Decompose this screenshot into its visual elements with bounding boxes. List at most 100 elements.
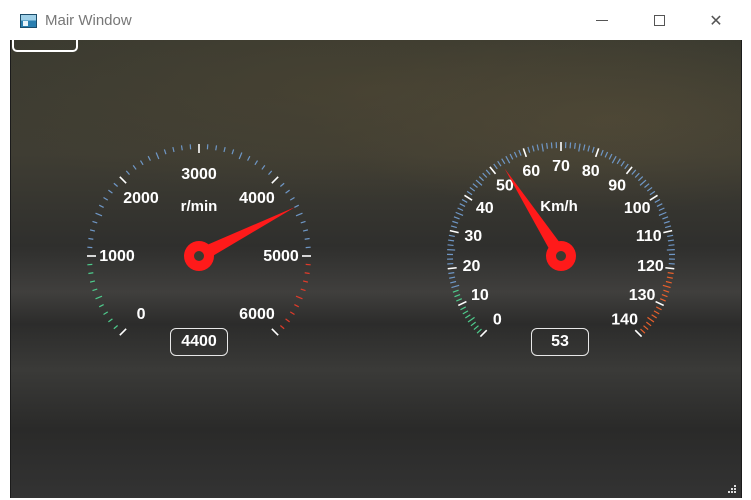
speed_gauge-tick xyxy=(666,276,673,279)
rpm_gauge-tick xyxy=(172,146,175,153)
rpm_gauge-tick xyxy=(92,220,98,224)
speed_gauge-tick xyxy=(527,146,531,153)
speed_gauge-tick-label: 70 xyxy=(552,158,570,175)
rpm_gauge-tick-label: 4000 xyxy=(239,190,275,207)
speed_gauge-tick xyxy=(624,163,629,170)
speed_gauge-tick xyxy=(665,266,675,270)
rpm_gauge-tick xyxy=(304,237,310,240)
rpm_gauge-tick xyxy=(95,212,103,217)
speed_gauge-tick xyxy=(578,143,581,152)
rpm_gauge-tick xyxy=(304,272,310,275)
title-bar[interactable]: Mair Window ✕ xyxy=(0,0,751,40)
rpm-readout: 4400 xyxy=(170,328,228,356)
rpm_gauge-tick xyxy=(285,189,290,194)
speed_gauge-tick xyxy=(470,321,476,327)
speed_gauge-tick xyxy=(644,183,650,188)
speed_gauge-tick xyxy=(455,211,464,216)
speed_gauge-tick xyxy=(608,153,613,160)
speed_gauge-tick xyxy=(604,151,609,158)
speed_gauge-tick xyxy=(448,234,455,238)
rpm_gauge-tick xyxy=(89,280,96,283)
rpm_gauge-tick xyxy=(125,170,130,176)
rpm_gauge-tick xyxy=(279,182,285,187)
rpm_gauge-tick xyxy=(108,318,113,323)
speed_gauge-tick xyxy=(485,169,491,175)
speed_gauge-tick xyxy=(449,229,459,234)
rpm_gauge-tick xyxy=(295,295,303,300)
speed_gauge-tick xyxy=(448,272,455,275)
speed_gauge-tick-label: 90 xyxy=(608,178,626,195)
corner-widget[interactable] xyxy=(12,24,78,52)
speed_gauge-tick xyxy=(478,176,484,182)
close-button[interactable]: ✕ xyxy=(693,0,739,40)
speed_gauge-tick-label: 100 xyxy=(624,200,651,217)
rpm_gauge-unit-label: r/min xyxy=(181,198,218,215)
speed_gauge-tick xyxy=(546,142,548,149)
minimize-icon xyxy=(596,19,608,21)
speed_gauge-tick xyxy=(662,284,671,289)
speed_gauge-hub-center xyxy=(556,251,566,261)
speed_gauge-tick xyxy=(489,166,497,175)
speed_gauge-tick xyxy=(518,149,522,156)
minimize-button[interactable] xyxy=(579,0,625,40)
rpm_gauge-tick xyxy=(119,176,127,184)
rpm_gauge-tick xyxy=(103,196,109,201)
speed_gauge-tick-label: 20 xyxy=(463,258,481,275)
speed_gauge-tick xyxy=(655,306,662,311)
speed_gauge-tick-label: 120 xyxy=(637,258,664,275)
speed_gauge-tick xyxy=(451,284,460,289)
speed_gauge-tick xyxy=(587,145,591,152)
resize-grip-icon[interactable] xyxy=(727,484,737,494)
speed_gauge-tick xyxy=(659,298,666,302)
speed_gauge-tick xyxy=(661,293,668,298)
speed_gauge-tick xyxy=(667,234,674,238)
speed_gauge-tick xyxy=(452,289,459,293)
speed_gauge-tick xyxy=(466,190,473,196)
speed_gauge-tick xyxy=(655,300,665,307)
rpm_gauge-tick xyxy=(139,160,144,166)
speed_gauge-tick xyxy=(625,166,633,175)
speed_gauge-tick xyxy=(631,169,637,175)
speed_gauge-tick xyxy=(663,289,670,293)
rpm_gauge-tick xyxy=(95,295,103,300)
speed_gauge-tick xyxy=(482,172,488,178)
maximize-button[interactable] xyxy=(636,0,682,40)
rpm_gauge-tick-label: 1000 xyxy=(99,248,135,265)
speed_gauge-tick-label: 80 xyxy=(582,163,600,180)
speed_gauge-tick-label: 60 xyxy=(522,163,540,180)
speed_gauge-tick-label: 30 xyxy=(464,228,482,245)
rpm_gauge-tick xyxy=(295,212,303,217)
speed_gauge-tick xyxy=(656,203,663,207)
speed_gauge-tick xyxy=(461,198,468,203)
speed_gauge-tick xyxy=(465,314,471,319)
speed_gauge-tick xyxy=(663,220,670,224)
speed_gauge-tick xyxy=(647,316,655,323)
speed_gauge-tick xyxy=(668,244,675,247)
rpm_gauge-tick xyxy=(300,220,306,224)
speed_gauge-tick xyxy=(665,225,672,229)
speed_gauge-tick xyxy=(457,300,467,307)
main-window: Mair Window ✕ 0 1000 2000 3000 4000 5000 6000 r… xyxy=(0,0,751,500)
speed_gauge-tick xyxy=(667,239,674,242)
speed_gauge-tick xyxy=(454,293,461,298)
speed_gauge-tick xyxy=(638,176,644,182)
speed_gauge-tick xyxy=(639,179,647,186)
speed_gauge-tick xyxy=(600,149,604,156)
rpm_gauge-tick-label: 5000 xyxy=(263,248,299,265)
speed_gauge-tick xyxy=(667,272,674,275)
speed_gauge-tick xyxy=(505,155,511,164)
speed_gauge-tick-label: 10 xyxy=(471,287,489,304)
rpm_gauge-tick xyxy=(88,272,94,275)
speed_gauge-tick xyxy=(541,143,544,152)
speed_gauge-tick xyxy=(643,325,649,331)
speed_gauge-tick xyxy=(459,203,466,207)
speed_gauge-tick xyxy=(464,194,473,201)
speed_gauge-tick-label: 130 xyxy=(629,287,656,304)
rpm_gauge-tick-label: 3000 xyxy=(181,166,217,183)
rpm_gauge-tick xyxy=(155,152,160,160)
speed_gauge-tick xyxy=(649,190,656,196)
rpm_gauge-tick xyxy=(215,145,218,151)
rpm_gauge-tick xyxy=(285,318,290,323)
rpm_gauge-hub-center xyxy=(194,251,204,261)
speed_gauge-tick xyxy=(509,153,514,160)
